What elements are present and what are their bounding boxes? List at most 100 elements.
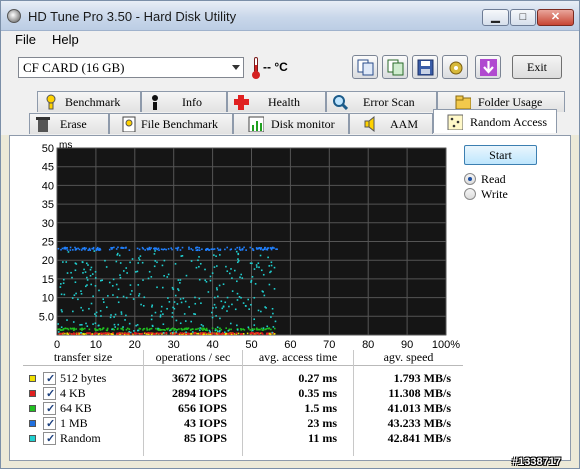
data-point-4-kb: [116, 332, 119, 335]
random-access-icon: [447, 114, 463, 130]
data-point-1-mb: [153, 247, 155, 250]
data-point-1-mb: [269, 247, 272, 249]
speed-value: 43.233 MB/s: [387, 416, 451, 430]
data-point-64-kb: [116, 328, 119, 330]
tab-health[interactable]: Health: [227, 91, 326, 112]
data-point-random: [194, 302, 197, 305]
data-point-random: [260, 310, 262, 313]
data-point-random: [227, 329, 230, 332]
tab-random-access[interactable]: Random Access: [433, 109, 557, 133]
copy-screenshot-button[interactable]: [382, 55, 408, 79]
data-point-4-kb: [112, 332, 115, 334]
tab-benchmark[interactable]: Benchmark: [37, 91, 141, 112]
exit-button[interactable]: Exit: [512, 55, 562, 79]
data-point-4-kb: [104, 332, 107, 334]
data-point-64-kb: [181, 329, 184, 331]
data-point-64-kb: [187, 327, 190, 330]
data-point-random: [122, 326, 124, 328]
transfer-size: Random: [60, 431, 101, 445]
data-point-random: [137, 262, 140, 264]
data-point-random: [167, 273, 170, 276]
menu-help[interactable]: Help: [52, 31, 79, 49]
start-button[interactable]: Start: [464, 145, 537, 165]
data-point-random: [209, 331, 212, 333]
maximize-button[interactable]: □: [510, 9, 536, 26]
x-tick-label: 20: [129, 339, 141, 349]
x-tick-label: 10: [90, 339, 102, 349]
data-point-random: [253, 296, 256, 299]
tab-file-benchmark[interactable]: File Benchmark: [109, 113, 233, 134]
data-point-4-kb: [207, 332, 210, 334]
data-point-4-kb: [76, 332, 78, 335]
data-point-random: [125, 314, 127, 317]
data-point-random: [175, 319, 178, 322]
data-point-64-kb: [214, 328, 217, 330]
drive-select-value: CF CARD (16 GB): [23, 60, 125, 75]
data-point-1-mb: [211, 248, 213, 250]
checkbox-random[interactable]: ✓: [43, 432, 56, 445]
data-point-random: [75, 292, 77, 295]
menu-file[interactable]: File: [15, 31, 36, 49]
data-point-1-mb: [236, 246, 239, 249]
read-radio-circle[interactable]: [464, 173, 476, 185]
data-point-random: [198, 297, 201, 300]
data-point-random: [150, 318, 153, 321]
data-point-64-kb: [265, 328, 268, 330]
tab-error-scan[interactable]: Error Scan: [326, 91, 437, 112]
tab-disk-monitor[interactable]: Disk monitor: [233, 113, 349, 134]
options-button[interactable]: [442, 55, 468, 79]
data-point-4-kb: [267, 332, 269, 335]
data-point-64-kb: [158, 329, 160, 331]
checkbox-1mb[interactable]: ✓: [43, 417, 56, 430]
data-point-random: [190, 260, 193, 262]
result-row-1mb: ✓ 1 MB 43 IOPS 23 ms 43.233 MB/s: [23, 416, 463, 431]
data-point-1-mb: [229, 248, 232, 251]
data-point-random: [218, 330, 221, 332]
data-point-1-mb: [249, 246, 252, 249]
data-point-random: [148, 270, 151, 273]
data-point-random: [90, 266, 93, 269]
data-point-random: [124, 319, 126, 321]
copy-info-button[interactable]: [352, 55, 378, 79]
data-point-random: [208, 329, 211, 332]
download-button[interactable]: [475, 55, 501, 79]
speed-value: 11.308 MB/s: [388, 386, 451, 400]
data-point-64-kb: [113, 328, 115, 331]
data-point-random: [229, 322, 232, 325]
window-title: HD Tune Pro 3.50 - Hard Disk Utility: [28, 9, 237, 24]
data-point-1-mb: [243, 246, 245, 249]
data-point-random: [224, 301, 227, 304]
data-point-random: [236, 280, 238, 283]
data-point-4-kb: [204, 332, 206, 334]
data-point-64-kb: [98, 328, 101, 330]
data-point-1-mb: [99, 249, 102, 251]
data-point-random: [156, 261, 158, 264]
data-point-random: [242, 302, 245, 304]
data-point-random: [139, 255, 142, 257]
data-point-random: [81, 323, 83, 326]
checkbox-4kb[interactable]: ✓: [43, 387, 56, 400]
data-point-4-kb: [214, 332, 216, 335]
title-bar[interactable]: HD Tune Pro 3.50 - Hard Disk Utility ▁ □…: [1, 1, 579, 31]
data-point-1-mb: [270, 248, 273, 251]
save-button[interactable]: [412, 55, 438, 79]
random-access-chart: 50 45 40 35 30 25 20 15 10 5.0 ms 0 10 20 30 40 50 60 70 80…: [17, 139, 465, 351]
minimize-button[interactable]: ▁: [482, 9, 509, 26]
data-point-64-kb: [249, 329, 252, 331]
data-point-random: [135, 324, 137, 327]
data-point-random: [95, 311, 98, 314]
checkbox-64kb[interactable]: ✓: [43, 402, 56, 415]
tab-aam[interactable]: AAM: [349, 113, 433, 134]
tab-info[interactable]: Info: [141, 91, 227, 112]
checkbox-512b[interactable]: ✓: [43, 372, 56, 385]
data-point-random: [213, 266, 216, 268]
data-point-4-kb: [186, 332, 189, 335]
data-point-random: [129, 284, 132, 286]
drive-select[interactable]: CF CARD (16 GB): [18, 57, 244, 78]
tab-erase[interactable]: Erase: [29, 113, 109, 134]
result-row-4kb: ✓ 4 KB 2894 IOPS 0.35 ms 11.308 MB/s: [23, 386, 463, 401]
close-button[interactable]: ✕: [537, 9, 574, 26]
data-point-random: [180, 301, 183, 304]
write-radio-circle[interactable]: [464, 188, 476, 200]
data-point-random: [117, 301, 120, 304]
